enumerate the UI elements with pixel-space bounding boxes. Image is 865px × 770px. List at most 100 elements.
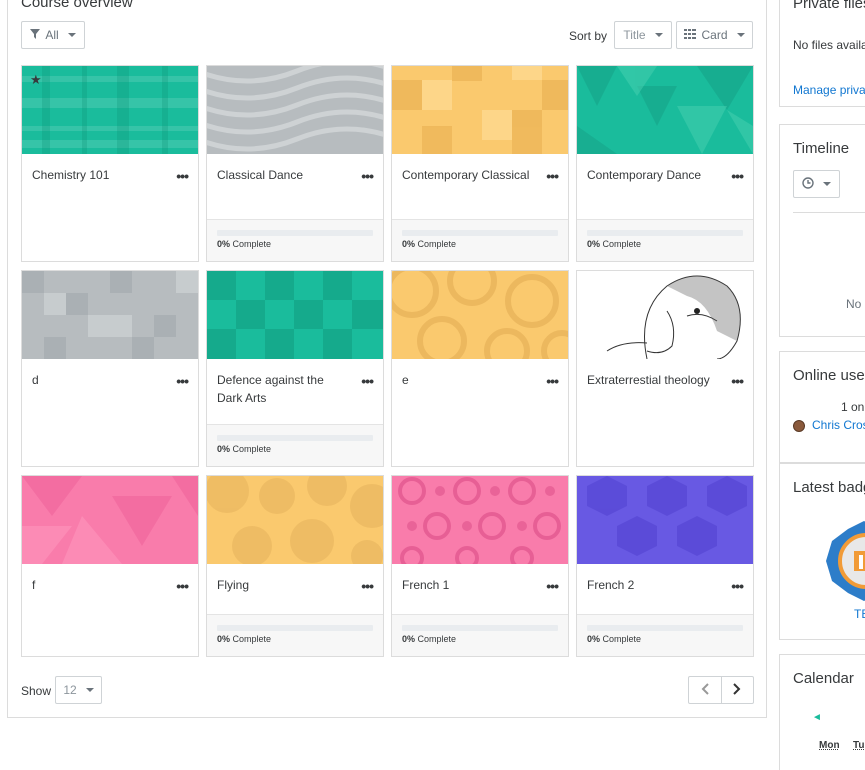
course-image[interactable] [392,476,568,564]
show-label: Show [21,684,52,698]
next-page-button[interactable] [722,677,754,703]
calendar-block: Calendar ◄ Mon Tu [779,654,865,770]
progress-bar [587,625,743,631]
course-name[interactable]: Chemistry 101 [32,166,162,184]
filter-icon [30,28,41,42]
avatar[interactable] [793,420,805,432]
timeline-block: Timeline No [779,124,865,337]
course-name[interactable]: d [32,371,162,389]
latest-badges-block: Latest badges TE [779,463,865,640]
timeline-filter-dropdown[interactable] [793,170,840,198]
view-value: Card [701,28,728,42]
course-image[interactable] [577,476,753,564]
course-card[interactable]: Extraterrestial theology ••• [576,270,754,467]
view-dropdown[interactable]: Card [676,21,753,49]
course-name[interactable]: e [402,371,532,389]
course-card[interactable]: e ••• [391,270,569,467]
course-image[interactable] [577,271,753,359]
sort-by-label: Sort by [569,29,608,43]
block-title: Private files [793,0,865,12]
more-options-icon[interactable]: ••• [546,579,559,593]
page-size-value: 12 [63,683,77,697]
progress-area: 0% Complete [207,614,383,656]
course-name[interactable]: French 1 [402,576,532,594]
course-image[interactable] [392,66,568,154]
no-items-text: No [846,297,862,311]
previous-month-icon[interactable]: ◄ [812,712,822,723]
progress-bar [402,625,558,631]
course-card[interactable]: d ••• [21,270,199,467]
chevron-right-icon [733,682,741,698]
badge-name-link[interactable]: TE [854,607,865,621]
chevron-down-icon [654,33,663,37]
weekday-mon: Mon [819,740,840,751]
online-count-text: 1 online [841,400,865,414]
course-card[interactable]: f ••• [21,475,199,657]
sort-dropdown[interactable]: Title [614,21,672,49]
progress-text: 0% Complete [587,634,642,644]
more-options-icon[interactable]: ••• [546,374,559,388]
course-name[interactable]: Extraterrestial theology [587,371,717,389]
course-card[interactable]: Contemporary Dance ••• 0% Complete [576,65,754,262]
course-image[interactable] [22,271,198,359]
chevron-down-icon [736,33,745,37]
filter-label: All [45,28,59,42]
progress-text: 0% Complete [402,634,457,644]
more-options-icon[interactable]: ••• [731,579,744,593]
more-options-icon[interactable]: ••• [176,169,189,183]
more-options-icon[interactable]: ••• [731,169,744,183]
course-image[interactable] [577,66,753,154]
more-options-icon[interactable]: ••• [731,374,744,388]
more-options-icon[interactable]: ••• [361,169,374,183]
star-icon: ★ [30,72,42,87]
course-name[interactable]: Defence against the Dark Arts [217,371,347,407]
sort-value: Title [623,28,646,42]
online-user-link[interactable]: Chris Cross [812,418,865,432]
divider [793,212,865,213]
course-card[interactable]: French 1 ••• 0% Complete [391,475,569,657]
course-card[interactable]: Flying ••• 0% Complete [206,475,384,657]
progress-bar [402,230,558,236]
pagination [688,676,754,704]
course-name[interactable]: Contemporary Dance [587,166,717,184]
course-name[interactable]: Contemporary Classical [402,166,532,184]
private-files-block: Private files No files available Manage … [779,0,865,107]
course-image[interactable] [207,271,383,359]
course-overview-title: Course overview [21,0,133,11]
progress-area: 0% Complete [577,219,753,261]
more-options-icon[interactable]: ••• [176,374,189,388]
course-name[interactable]: Flying [217,576,347,594]
progress-bar [587,230,743,236]
course-card[interactable]: Classical Dance ••• 0% Complete [206,65,384,262]
previous-page-button[interactable] [689,677,722,703]
course-card[interactable]: ★ Chemistry 101 ••• [21,65,199,262]
course-card[interactable]: Contemporary Classical ••• 0% Complete [391,65,569,262]
course-image[interactable] [207,66,383,154]
course-name[interactable]: Classical Dance [217,166,347,184]
weekday-tue: Tu [853,740,865,751]
course-card[interactable]: Defence against the Dark Arts ••• 0% Com… [206,270,384,467]
chevron-down-icon [85,688,94,692]
chevron-down-icon [823,182,831,186]
course-name[interactable]: French 2 [587,576,717,594]
course-image[interactable] [392,271,568,359]
more-options-icon[interactable]: ••• [176,579,189,593]
more-options-icon[interactable]: ••• [361,579,374,593]
progress-text: 0% Complete [217,634,272,644]
more-options-icon[interactable]: ••• [546,169,559,183]
progress-bar [217,625,373,631]
manage-private-files-link[interactable]: Manage private files... [793,83,865,97]
filter-dropdown[interactable]: All [21,21,85,49]
progress-bar [217,435,373,441]
progress-text: 0% Complete [587,239,642,249]
no-files-text: No files available [793,38,865,52]
course-name[interactable]: f [32,576,162,594]
page-size-dropdown[interactable]: 12 [55,676,102,704]
badge-icon[interactable] [824,521,865,601]
course-card[interactable]: French 2 ••• 0% Complete [576,475,754,657]
course-image[interactable] [22,476,198,564]
course-image[interactable]: ★ [22,66,198,154]
course-image[interactable] [207,476,383,564]
more-options-icon[interactable]: ••• [361,374,374,388]
progress-bar [217,230,373,236]
